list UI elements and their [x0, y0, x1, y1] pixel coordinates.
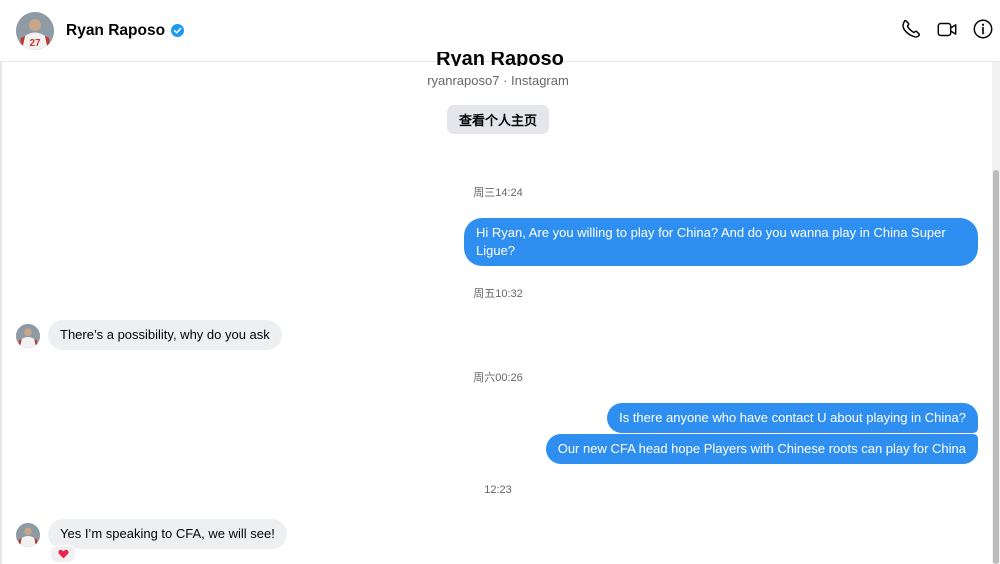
contact-avatar-small[interactable]: [16, 523, 40, 547]
video-call-icon[interactable]: [936, 16, 958, 42]
timestamp: 周五10:32: [473, 288, 523, 300]
timestamp: 12:23: [484, 484, 512, 496]
message-outgoing[interactable]: Is there anyone who have contact U about…: [607, 403, 978, 433]
scrollbar-thumb[interactable]: [993, 170, 999, 564]
message-reaction[interactable]: [50, 545, 76, 563]
contact-avatar[interactable]: 27: [16, 11, 54, 50]
verified-badge-icon: [171, 24, 185, 37]
phone-icon[interactable]: [900, 16, 922, 42]
message-outgoing[interactable]: Our new CFA head hope Players with Chine…: [545, 434, 978, 464]
contact-avatar-small[interactable]: [16, 324, 40, 348]
avatar-jersey-number: 27: [29, 38, 41, 49]
chat-window: 27 Ryan Raposo Ryan Raposo ryanraposo7 ·…: [0, 0, 1000, 564]
info-icon[interactable]: [972, 16, 994, 42]
profile-name-clipped: Ryan Raposo: [0, 52, 1000, 66]
message-incoming[interactable]: There’s a possibility, why do you ask: [48, 320, 282, 350]
message-incoming[interactable]: Yes I’m speaking to CFA, we will see!: [48, 519, 287, 549]
header-actions: [900, 16, 994, 42]
timestamp: 周六00:26: [473, 372, 523, 384]
profile-name-text: Ryan Raposo: [436, 52, 564, 66]
message-outgoing[interactable]: Hi Ryan, Are you willing to play for Chi…: [464, 218, 978, 266]
view-profile-button[interactable]: 查看个人主页: [447, 105, 549, 134]
timestamp: 周三14:24: [473, 187, 523, 199]
profile-subtitle: ryanraposo7 · Instagram: [427, 73, 569, 88]
heart-icon: [57, 549, 69, 559]
contact-name[interactable]: Ryan Raposo: [66, 22, 165, 40]
